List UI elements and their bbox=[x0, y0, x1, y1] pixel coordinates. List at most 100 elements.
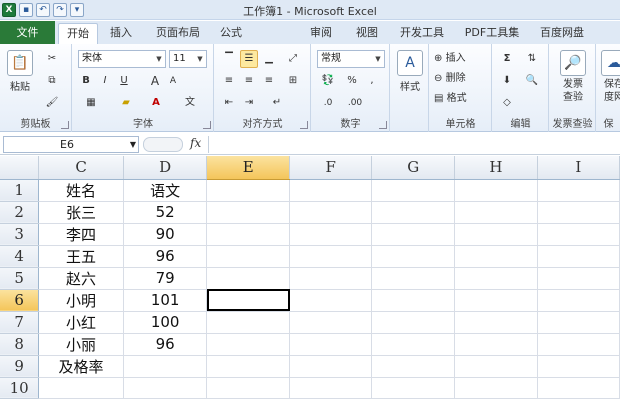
bold-button[interactable]: B bbox=[78, 72, 94, 90]
cell[interactable] bbox=[289, 179, 373, 202]
column-header-g[interactable]: G bbox=[371, 156, 456, 180]
alignment-expand-icon[interactable] bbox=[300, 121, 308, 129]
italic-button[interactable]: I bbox=[97, 72, 113, 90]
cell[interactable] bbox=[206, 179, 290, 202]
cell[interactable]: 96 bbox=[123, 245, 208, 268]
cell[interactable]: 90 bbox=[123, 223, 208, 246]
cell[interactable] bbox=[454, 311, 538, 334]
cell[interactable] bbox=[537, 267, 620, 290]
cell[interactable] bbox=[371, 355, 456, 378]
fill-color-icon[interactable]: ▰ bbox=[113, 94, 139, 112]
cell[interactable] bbox=[38, 377, 124, 400]
column-header-e[interactable]: E bbox=[206, 156, 290, 180]
tab-review[interactable]: 审阅 bbox=[306, 23, 336, 44]
format-cells-button[interactable]: ▤ 格式 bbox=[433, 90, 487, 108]
cell[interactable] bbox=[454, 223, 538, 246]
cell[interactable] bbox=[454, 333, 538, 356]
cell[interactable] bbox=[371, 289, 456, 312]
cell[interactable]: 100 bbox=[123, 311, 208, 334]
cell[interactable] bbox=[537, 377, 620, 400]
decrease-indent-icon[interactable]: ⇤ bbox=[220, 94, 238, 112]
cell[interactable] bbox=[289, 333, 373, 356]
align-left-icon[interactable]: ≡ bbox=[220, 72, 238, 90]
save-to-cloud-button[interactable]: ☁ 保存度网 bbox=[599, 50, 620, 104]
number-expand-icon[interactable] bbox=[379, 121, 387, 129]
cell[interactable] bbox=[537, 333, 620, 356]
cell[interactable] bbox=[289, 311, 373, 334]
align-top-icon[interactable]: ▔ bbox=[220, 50, 238, 68]
cell[interactable] bbox=[371, 179, 456, 202]
cell[interactable] bbox=[289, 245, 373, 268]
phonetic-icon[interactable]: 文 bbox=[177, 94, 203, 112]
increase-indent-icon[interactable]: ⇥ bbox=[240, 94, 258, 112]
cell[interactable]: 101 bbox=[123, 289, 208, 312]
row-header[interactable]: 2 bbox=[0, 201, 40, 224]
tab-page-layout[interactable]: 页面布局 bbox=[150, 23, 206, 44]
active-cell[interactable] bbox=[206, 289, 290, 312]
cell[interactable]: 语文 bbox=[123, 179, 208, 202]
cell[interactable] bbox=[123, 355, 208, 378]
paste-button[interactable]: 📋 粘贴 bbox=[4, 50, 36, 93]
cell[interactable] bbox=[454, 267, 538, 290]
font-expand-icon[interactable] bbox=[203, 121, 211, 129]
formula-input[interactable] bbox=[208, 136, 620, 153]
font-size-select[interactable]: 11 ▼ bbox=[169, 50, 207, 68]
accounting-format-icon[interactable]: 💱 bbox=[317, 72, 339, 90]
clear-icon[interactable]: ◇ bbox=[496, 94, 518, 112]
find-select-icon[interactable]: 🔍 bbox=[521, 72, 543, 90]
comma-button[interactable]: , bbox=[364, 72, 380, 90]
cell[interactable] bbox=[537, 223, 620, 246]
cell[interactable] bbox=[206, 377, 290, 400]
cell[interactable] bbox=[289, 223, 373, 246]
row-header[interactable]: 6 bbox=[0, 289, 40, 312]
align-center-icon[interactable]: ≡ bbox=[240, 72, 258, 90]
cell[interactable] bbox=[206, 201, 290, 224]
insert-function-icon[interactable]: fx bbox=[190, 136, 201, 150]
cell[interactable] bbox=[206, 355, 290, 378]
tab-insert[interactable]: 插入 bbox=[103, 23, 139, 44]
cell[interactable] bbox=[371, 201, 456, 224]
row-header[interactable]: 10 bbox=[0, 377, 40, 400]
column-header-f[interactable]: F bbox=[289, 156, 373, 180]
cell[interactable]: 赵六 bbox=[38, 267, 124, 290]
cell[interactable] bbox=[454, 201, 538, 224]
cell[interactable] bbox=[123, 377, 208, 400]
tab-formulas[interactable]: 公式 bbox=[214, 23, 248, 44]
cell[interactable] bbox=[289, 377, 373, 400]
cell[interactable]: 王五 bbox=[38, 245, 124, 268]
cell[interactable] bbox=[454, 245, 538, 268]
underline-button[interactable]: U bbox=[116, 72, 132, 90]
row-header[interactable]: 3 bbox=[0, 223, 40, 246]
format-painter-icon[interactable]: 🖌 bbox=[42, 94, 62, 112]
align-right-icon[interactable]: ≡ bbox=[260, 72, 278, 90]
cell[interactable]: 52 bbox=[123, 201, 208, 224]
cell[interactable] bbox=[289, 267, 373, 290]
shrink-font-button[interactable]: A bbox=[165, 72, 181, 90]
clipboard-expand-icon[interactable] bbox=[61, 121, 69, 129]
copy-icon[interactable]: ⧉ bbox=[42, 72, 62, 90]
styles-button[interactable]: A 样式 bbox=[395, 50, 425, 93]
align-middle-icon[interactable]: ☰ bbox=[240, 50, 258, 68]
row-header[interactable]: 9 bbox=[0, 355, 40, 378]
cell[interactable] bbox=[537, 201, 620, 224]
cell[interactable] bbox=[289, 289, 373, 312]
borders-icon[interactable]: ▦ bbox=[78, 94, 104, 112]
cell[interactable] bbox=[371, 333, 456, 356]
decrease-decimal-icon[interactable]: .00 bbox=[344, 94, 366, 112]
cell[interactable] bbox=[454, 355, 538, 378]
cell[interactable] bbox=[371, 223, 456, 246]
formula-buttons[interactable] bbox=[143, 137, 183, 152]
tab-baidu-netdisk[interactable]: 百度网盘 bbox=[534, 23, 590, 44]
cell[interactable] bbox=[206, 245, 290, 268]
delete-cells-button[interactable]: ⊖ 删除 bbox=[433, 70, 487, 88]
autosum-icon[interactable]: Σ bbox=[496, 50, 518, 68]
name-box[interactable]: E6 ▼ bbox=[3, 136, 139, 153]
column-header-h[interactable]: H bbox=[454, 156, 538, 180]
cell[interactable]: 李四 bbox=[38, 223, 124, 246]
merge-center-icon[interactable]: ⊞ bbox=[283, 72, 303, 90]
cell[interactable] bbox=[371, 311, 456, 334]
row-header[interactable]: 8 bbox=[0, 333, 40, 356]
cell[interactable]: 96 bbox=[123, 333, 208, 356]
column-header-d[interactable]: D bbox=[123, 156, 208, 180]
invoice-check-button[interactable]: 🔎 发票查验 bbox=[556, 50, 590, 104]
